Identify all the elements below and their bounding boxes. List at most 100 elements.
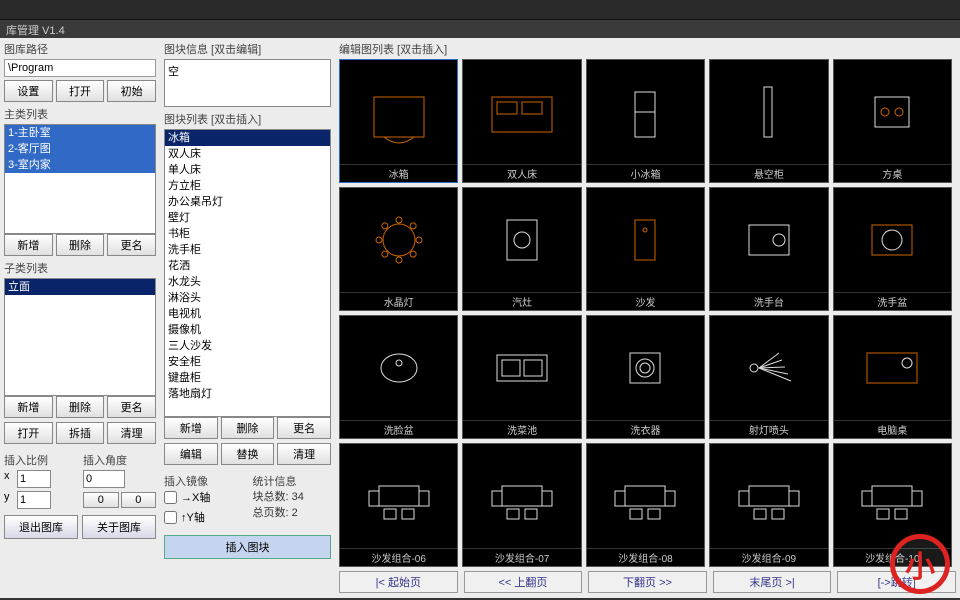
exit-lib-button[interactable]: 退出图库 <box>4 515 78 539</box>
sub-clear-button[interactable]: 清理 <box>107 422 156 444</box>
list-item[interactable]: 落地扇灯 <box>165 386 330 402</box>
thumbnail-item[interactable]: 洗手台 <box>709 187 828 311</box>
mirror-label: 插入镜像 <box>164 476 208 488</box>
blocklist-label: 图块列表 [双击插入] <box>164 111 331 127</box>
thumblist-label: 编辑图列表 [双击插入] <box>339 41 956 57</box>
list-item[interactable]: 洗手柜 <box>165 242 330 258</box>
thumbnail-item[interactable]: 汽灶 <box>462 187 581 311</box>
thumbnail-item[interactable]: 射灯喷头 <box>709 315 828 439</box>
list-item[interactable]: 水龙头 <box>165 274 330 290</box>
block-clear-button[interactable]: 清理 <box>277 443 331 465</box>
list-item[interactable]: 三人沙发 <box>165 338 330 354</box>
mirror-y-checkbox[interactable] <box>164 511 177 524</box>
zero-button-2[interactable]: 0 <box>121 492 157 508</box>
blockinfo-label: 图块信息 [双击编辑] <box>164 41 331 57</box>
brand-logo-icon: 小 <box>890 534 950 594</box>
mirror-x-checkbox[interactable] <box>164 491 177 504</box>
angle-input[interactable] <box>83 470 125 488</box>
insert-block-button[interactable]: 插入图块 <box>164 535 331 559</box>
list-item[interactable]: 办公桌吊灯 <box>165 194 330 210</box>
list-item[interactable]: 方立柜 <box>165 178 330 194</box>
thumbnail-label: 双人床 <box>463 164 580 182</box>
dir-rename-button[interactable]: 更名 <box>107 234 156 256</box>
sublist-label: 子类列表 <box>4 260 156 276</box>
thumbnail-item[interactable]: 洗手盆 <box>833 187 952 311</box>
list-item[interactable]: 双人床 <box>165 146 330 162</box>
sub-open-button[interactable]: 打开 <box>4 422 53 444</box>
scale-x-input[interactable] <box>17 470 51 488</box>
sub-listbox[interactable]: 立面 <box>4 278 156 396</box>
thumbnail-preview <box>463 188 580 292</box>
thumbnail-preview <box>710 316 827 420</box>
thumbnail-item[interactable]: 沙发组合-08 <box>586 443 705 567</box>
thumbnail-item[interactable]: 电脑桌 <box>833 315 952 439</box>
zero-button-1[interactable]: 0 <box>83 492 119 508</box>
next-page-button[interactable]: 下翻页 >> <box>588 571 707 593</box>
open-button[interactable]: 打开 <box>56 80 105 102</box>
thumbnail-item[interactable]: 沙发组合-06 <box>339 443 458 567</box>
block-edit-button[interactable]: 编辑 <box>164 443 218 465</box>
thumbnail-item[interactable]: 洗衣器 <box>586 315 705 439</box>
list-item[interactable]: 1-主卧室 <box>5 125 155 141</box>
block-rename-button[interactable]: 更名 <box>277 417 331 439</box>
list-item[interactable]: 淋浴头 <box>165 290 330 306</box>
block-listbox[interactable]: 冰箱双人床单人床方立柜办公桌吊灯壁灯书柜洗手柜花洒水龙头淋浴头电视机摄像机三人沙… <box>164 129 331 417</box>
app-toolbar <box>0 0 960 20</box>
list-item[interactable]: 壁灯 <box>165 210 330 226</box>
thumbnail-preview <box>710 60 827 164</box>
scale-y-input[interactable] <box>17 491 51 509</box>
window-title: 库管理 V1.4 <box>0 20 960 38</box>
block-replace-button[interactable]: 替换 <box>221 443 275 465</box>
last-page-button[interactable]: 末尾页 >| <box>713 571 832 593</box>
list-item[interactable]: 摄像机 <box>165 322 330 338</box>
thumbnail-preview <box>710 444 827 548</box>
thumbnail-preview <box>587 444 704 548</box>
about-lib-button[interactable]: 关于图库 <box>82 515 156 539</box>
blockinfo-box[interactable]: 空 <box>164 59 331 107</box>
thumbnail-item[interactable]: 水晶灯 <box>339 187 458 311</box>
thumbnail-item[interactable]: 洗脸盆 <box>339 315 458 439</box>
list-item[interactable]: 安全柜 <box>165 354 330 370</box>
thumbnail-item[interactable]: 洗菜池 <box>462 315 581 439</box>
list-item[interactable]: 冰箱 <box>165 130 330 146</box>
block-del-button[interactable]: 删除 <box>221 417 275 439</box>
block-new-button[interactable]: 新增 <box>164 417 218 439</box>
dir-listbox[interactable]: 1-主卧室2-客厅图3-室内家 <box>4 124 156 234</box>
thumbnail-item[interactable]: 方桌 <box>833 59 952 183</box>
thumbnail-label: 洗菜池 <box>463 420 580 438</box>
dir-new-button[interactable]: 新增 <box>4 234 53 256</box>
sub-rename-button[interactable]: 更名 <box>107 396 156 418</box>
list-item[interactable]: 键盘柜 <box>165 370 330 386</box>
stat-pages: 总页数: 2 <box>253 505 332 521</box>
thumbnail-item[interactable]: 沙发组合-07 <box>462 443 581 567</box>
thumbnail-item[interactable]: 冰箱 <box>339 59 458 183</box>
list-item[interactable]: 书柜 <box>165 226 330 242</box>
thumbnail-item[interactable]: 小冰箱 <box>586 59 705 183</box>
list-item[interactable]: 电视机 <box>165 306 330 322</box>
thumbnail-item[interactable]: 沙发 <box>586 187 705 311</box>
list-item[interactable]: 单人床 <box>165 162 330 178</box>
thumbnail-preview <box>834 316 951 420</box>
stats-label: 统计信息 <box>253 476 297 488</box>
first-page-button[interactable]: |< 起始页 <box>339 571 458 593</box>
sub-new-button[interactable]: 新增 <box>4 396 53 418</box>
path-input[interactable] <box>4 59 156 77</box>
dir-del-button[interactable]: 删除 <box>56 234 105 256</box>
thumbnail-item[interactable]: 双人床 <box>462 59 581 183</box>
thumbnail-label: 水晶灯 <box>340 292 457 310</box>
sub-del-button[interactable]: 删除 <box>56 396 105 418</box>
list-item[interactable]: 2-客厅图 <box>5 141 155 157</box>
thumbnail-label: 洗手台 <box>710 292 827 310</box>
thumbnail-item[interactable]: 沙发组合-09 <box>709 443 828 567</box>
thumbnail-label: 洗手盆 <box>834 292 951 310</box>
thumbnail-item[interactable]: 悬空柜 <box>709 59 828 183</box>
list-item[interactable]: 3-室内家 <box>5 157 155 173</box>
scale-label: 插入比例 <box>4 452 77 468</box>
thumbnail-preview <box>340 316 457 420</box>
init-button[interactable]: 初始 <box>107 80 156 102</box>
prev-page-button[interactable]: << 上翻页 <box>464 571 583 593</box>
sub-tile-button[interactable]: 拆插 <box>56 422 105 444</box>
list-item[interactable]: 立面 <box>5 279 155 295</box>
list-item[interactable]: 花洒 <box>165 258 330 274</box>
set-button[interactable]: 设置 <box>4 80 53 102</box>
